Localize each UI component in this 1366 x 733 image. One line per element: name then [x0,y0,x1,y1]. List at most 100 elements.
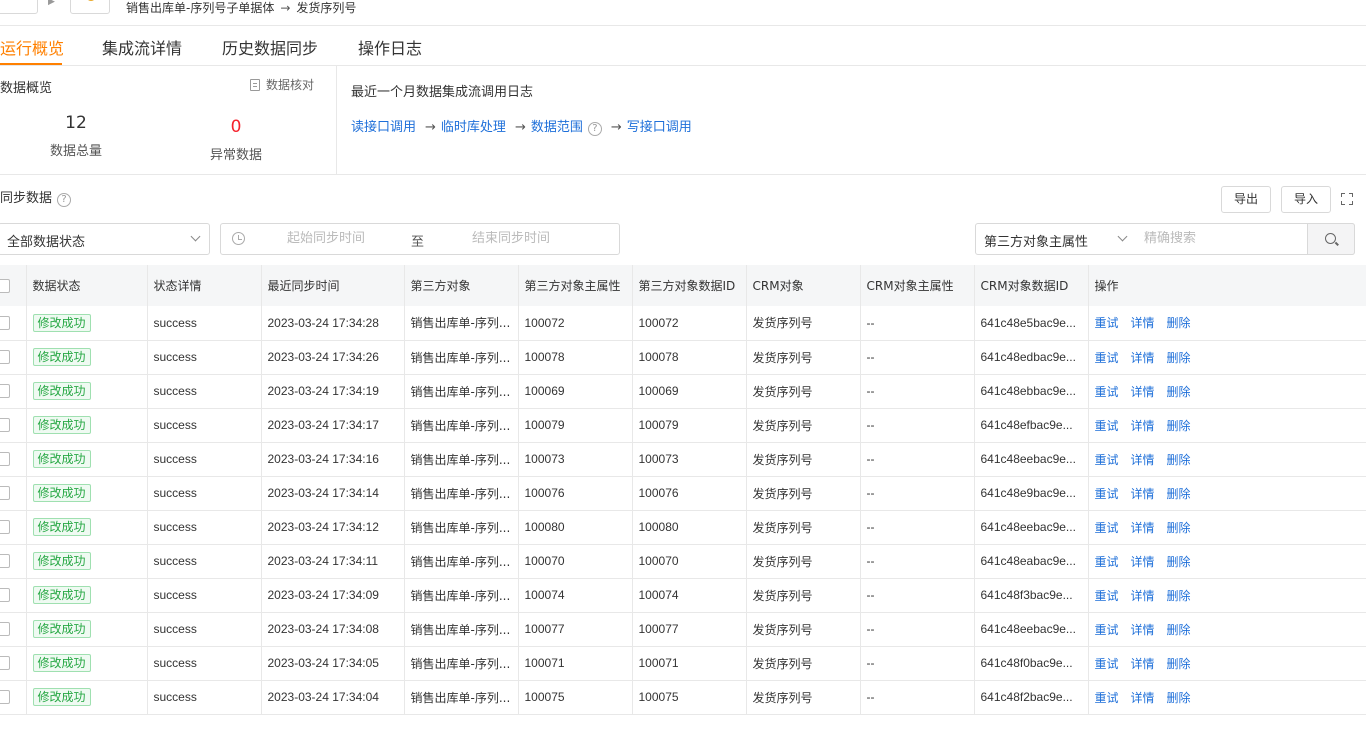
detail-button[interactable]: 详情 [1131,657,1155,671]
row-checkbox[interactable] [0,452,10,467]
detail-button[interactable]: 详情 [1131,351,1155,365]
third-attr-cell: 100077 [518,612,633,646]
detail-button[interactable]: 详情 [1131,555,1155,569]
retry-button[interactable]: 重试 [1095,657,1119,671]
row-checkbox[interactable] [0,384,10,399]
third-obj-cell: 销售出库单-序列... [404,408,519,442]
sync-title: 同步数据 [0,191,53,206]
delete-button[interactable]: 删除 [1167,657,1191,671]
retry-button[interactable]: 重试 [1095,351,1119,365]
detail-cell: success [147,340,262,374]
search-icon [1325,233,1336,244]
retry-button[interactable]: 重试 [1095,419,1119,433]
flow-temp-db[interactable]: 临时库处理 [441,120,506,135]
delete-button[interactable]: 删除 [1167,589,1191,603]
row-checkbox[interactable] [0,656,10,671]
row-checkbox[interactable] [0,554,10,569]
flow-write-api[interactable]: 写接口调用 [627,120,692,135]
range-separator: 至 [411,235,425,250]
detail-button[interactable]: 详情 [1131,487,1155,501]
delete-button[interactable]: 删除 [1167,521,1191,535]
crm-attr-cell: -- [860,578,975,612]
detail-button[interactable]: 详情 [1131,589,1155,603]
third-attr-cell: 100080 [518,510,633,544]
status-cell: 修改成功 [26,510,148,544]
crm-attr-cell: -- [860,340,975,374]
delete-button[interactable]: 删除 [1167,419,1191,433]
third-id-cell: 100072 [632,306,747,340]
search-button[interactable] [1307,223,1355,255]
crm-obj-cell: 发货序列号 [746,680,861,714]
delete-button[interactable]: 删除 [1167,487,1191,501]
retry-button[interactable]: 重试 [1095,589,1119,603]
retry-button[interactable]: 重试 [1095,555,1119,569]
header-checkbox-cell [0,265,27,306]
row-checkbox-cell [0,510,27,544]
tab-flow-detail[interactable]: 集成流详情 [102,35,182,59]
row-checkbox[interactable] [0,418,10,433]
detail-button[interactable]: 详情 [1131,521,1155,535]
back-button[interactable] [0,0,38,14]
delete-button[interactable]: 删除 [1167,691,1191,705]
select-all-checkbox[interactable] [0,278,10,293]
flow-read-api[interactable]: 读接口调用 [351,120,416,135]
error-value[interactable]: 0 [176,117,296,137]
help-icon[interactable]: ? [57,193,72,207]
row-checkbox[interactable] [0,622,10,637]
end-time-input[interactable] [456,231,566,246]
delete-button[interactable]: 删除 [1167,351,1191,365]
retry-button[interactable]: 重试 [1095,385,1119,399]
detail-button[interactable]: 详情 [1131,419,1155,433]
error-stat[interactable]: 0 异常数据 [176,117,296,163]
actions-cell: 重试 详情 删除 [1088,408,1366,442]
delete-button[interactable]: 删除 [1167,623,1191,637]
retry-button[interactable]: 重试 [1095,623,1119,637]
detail-button[interactable]: 详情 [1131,385,1155,399]
retry-button[interactable]: 重试 [1095,487,1119,501]
delete-button[interactable]: 删除 [1167,453,1191,467]
row-checkbox[interactable] [0,520,10,535]
detail-button[interactable]: 详情 [1131,316,1155,330]
row-checkbox[interactable] [0,690,10,705]
data-check-button[interactable]: 数据核对 [249,76,314,93]
row-checkbox[interactable] [0,350,10,365]
flow-data-range[interactable]: 数据范围 [531,120,583,135]
retry-button[interactable]: 重试 [1095,521,1119,535]
status-badge: 修改成功 [32,688,91,706]
fullscreen-icon[interactable] [1341,193,1353,205]
tab-operation-log[interactable]: 操作日志 [358,35,422,59]
table-row: 修改成功 success 2023-03-24 17:34:05 销售出库单-序列..… [0,646,1366,680]
time-cell: 2023-03-24 17:34:12 [261,510,405,544]
row-checkbox[interactable] [0,486,10,501]
crm-id-cell: 641c48eabac9e... [974,544,1089,578]
retry-button[interactable]: 重试 [1095,316,1119,330]
row-checkbox[interactable] [0,588,10,603]
actions-cell: 重试 详情 删除 [1088,544,1366,578]
export-button[interactable]: 导出 [1221,186,1271,213]
retry-button[interactable]: 重试 [1095,691,1119,705]
start-time-input[interactable] [271,231,381,246]
help-icon[interactable]: ? [587,122,602,136]
detail-button[interactable]: 详情 [1131,623,1155,637]
actions-cell: 重试 详情 删除 [1088,646,1366,680]
header-crm-id: CRM对象数据ID [974,265,1089,306]
search-input[interactable] [1144,231,1304,246]
crm-id-cell: 641c48e5bac9e... [974,306,1089,340]
breadcrumb: 销售出库单-序列号子单据体 → 发货序列号 [126,0,356,16]
detail-button[interactable]: 详情 [1131,453,1155,467]
table-body: 修改成功 success 2023-03-24 17:34:28 销售出库单-序列..… [0,306,1366,714]
tab-overview[interactable]: 运行概览 [0,35,64,59]
import-button[interactable]: 导入 [1281,186,1331,213]
sync-time-range[interactable]: 至 [220,223,620,255]
delete-button[interactable]: 删除 [1167,555,1191,569]
status-cell: 修改成功 [26,408,148,442]
status-cell: 修改成功 [26,442,148,476]
delete-button[interactable]: 删除 [1167,385,1191,399]
retry-button[interactable]: 重试 [1095,453,1119,467]
status-select[interactable]: 全部数据状态 [0,223,210,255]
tab-history-sync[interactable]: 历史数据同步 [222,35,318,59]
row-checkbox[interactable] [0,316,10,331]
delete-button[interactable]: 删除 [1167,316,1191,330]
field-select[interactable]: 第三方对象主属性 [975,223,1137,255]
detail-button[interactable]: 详情 [1131,691,1155,705]
